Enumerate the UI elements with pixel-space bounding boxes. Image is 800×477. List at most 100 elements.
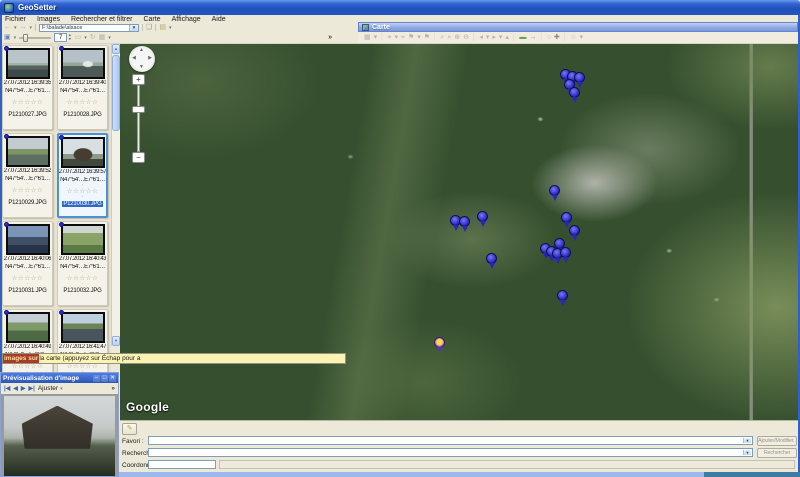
- map-marker-pin[interactable]: [569, 225, 580, 236]
- thumbnail-photo[interactable]: [61, 312, 105, 343]
- separator[interactable]: │: [539, 33, 543, 42]
- slider-knob[interactable]: [23, 34, 28, 42]
- dropdown-icon[interactable]: ▾: [169, 25, 172, 31]
- map-marker-pin[interactable]: [560, 247, 571, 258]
- zoom-out-icon[interactable]: ⊖: [463, 33, 469, 42]
- image-thumbnail-cell[interactable]: 27.07.2012 16:40:06 N47°54'…E7°6'1… · ☆☆…: [2, 221, 53, 306]
- preview-overflow-chevron[interactable]: »: [111, 385, 115, 392]
- map-marker-pin[interactable]: [549, 185, 560, 196]
- dropdown-icon[interactable]: ▾: [499, 33, 503, 42]
- menu-item[interactable]: Aide: [212, 16, 226, 23]
- map-marker-pin[interactable]: [477, 211, 488, 222]
- marker-icon[interactable]: ⌖: [401, 33, 405, 42]
- image-thumbnail-cell[interactable]: 27.07.2012 16:39:40 N47°54'…E7°6'1… · ☆☆…: [57, 45, 108, 130]
- scrollbar-thumb[interactable]: [112, 55, 120, 131]
- dropdown-icon[interactable]: ▾: [394, 33, 398, 42]
- prev-image-icon[interactable]: ◀: [13, 385, 18, 392]
- chevron-down-icon[interactable]: ▼: [129, 25, 138, 31]
- search-button[interactable]: Rechercher: [757, 448, 797, 458]
- dropdown-icon[interactable]: ▾: [579, 33, 583, 42]
- pan-up-icon[interactable]: ▲: [139, 48, 144, 53]
- separator[interactable]: │: [433, 33, 437, 42]
- favori-input[interactable]: ▼: [148, 436, 753, 445]
- thumbnail-photo[interactable]: [6, 48, 50, 79]
- pan-down-icon[interactable]: ▼: [139, 65, 144, 70]
- dropdown-icon[interactable]: ▾: [30, 25, 33, 31]
- chevron-down-icon[interactable]: ▼: [743, 450, 751, 455]
- thumbnail-size-slider[interactable]: [19, 33, 51, 43]
- fit-mode-dropdown[interactable]: Ajuster ▾: [38, 385, 63, 392]
- folder-icon[interactable]: ▤: [159, 24, 166, 32]
- image-thumbnail-cell[interactable]: 27.07.2012 16:39:57 N47°54'…E7°6'1… · ☆☆…: [57, 133, 108, 218]
- separator[interactable]: │: [472, 33, 476, 42]
- next-image-icon[interactable]: ▶: [21, 385, 26, 392]
- menu-item[interactable]: Affichage: [172, 16, 201, 23]
- dropdown-icon[interactable]: ▾: [84, 35, 87, 41]
- circle-icon[interactable]: ○: [547, 33, 551, 42]
- image-thumbnail-cell[interactable]: 27.07.2012 16:39:52 N47°54'…E7°6'1… · ☆☆…: [2, 133, 53, 218]
- menu-item[interactable]: Fichier: [5, 16, 26, 23]
- zoom-out-button[interactable]: −: [132, 152, 145, 163]
- copy-path-icon[interactable]: ❏: [146, 24, 152, 32]
- up-icon[interactable]: ▴: [505, 33, 509, 42]
- map-marker-pin[interactable]: [574, 72, 585, 83]
- thumbnail-photo[interactable]: [6, 312, 50, 343]
- toolbar-overflow-chevron[interactable]: »: [328, 34, 332, 41]
- separator[interactable]: │: [512, 33, 516, 42]
- menu-item[interactable]: Images: [37, 16, 60, 23]
- zoom-in-icon[interactable]: ⊕: [454, 33, 460, 42]
- map-marker-pin[interactable]: [557, 290, 568, 301]
- float-button[interactable]: □: [101, 375, 108, 382]
- track-next-icon[interactable]: →: [529, 33, 536, 42]
- separator[interactable]: │: [563, 33, 567, 42]
- flag-new-icon[interactable]: ⚑: [408, 33, 414, 42]
- image-thumbnail-cell[interactable]: 27.07.2012 16:39:35 N47°54'…E7°6'1… · ☆☆…: [2, 45, 53, 130]
- pan-left-icon[interactable]: ◀: [132, 56, 136, 61]
- map-marker-pin[interactable]: [569, 87, 580, 98]
- first-image-icon[interactable]: |◀: [4, 385, 10, 392]
- camera-icon[interactable]: ▦: [99, 34, 106, 42]
- thumbnail-photo[interactable]: [61, 137, 105, 168]
- image-thumbnail-cell[interactable]: 27.07.2012 16:40:43 N47°54'…E7°6'1… · ☆☆…: [57, 221, 108, 306]
- map-marker-pin[interactable]: [486, 253, 497, 264]
- pan-right-icon[interactable]: ▶: [148, 56, 152, 61]
- map-marker-pin[interactable]: [434, 337, 445, 348]
- separator[interactable]: │: [380, 33, 384, 42]
- map-marker-pin[interactable]: [459, 216, 470, 227]
- columns-spinner[interactable]: 7 ▲▼: [54, 33, 71, 42]
- back-icon[interactable]: ←: [4, 24, 11, 32]
- last-image-icon[interactable]: ▶|: [29, 385, 35, 392]
- map-pan-control[interactable]: ▲ ▼ ◀ ▶: [129, 46, 155, 72]
- dropdown-icon[interactable]: ▾: [14, 35, 17, 41]
- chevron-down-icon[interactable]: ▼: [743, 438, 751, 443]
- dropdown-icon[interactable]: ▾: [14, 25, 17, 31]
- dropdown-icon[interactable]: ▾: [486, 33, 490, 42]
- forward-icon[interactable]: →: [20, 24, 27, 32]
- refresh-icon[interactable]: ↻: [90, 34, 96, 42]
- spinner-arrows-icon[interactable]: ▲▼: [68, 34, 71, 41]
- prev-image-icon[interactable]: ◂: [479, 33, 483, 42]
- thumbnail-photo[interactable]: [61, 48, 105, 79]
- title-bar[interactable]: GeoSetter: [0, 0, 800, 15]
- track-line-icon[interactable]: ▬: [519, 33, 526, 42]
- dropdown-icon[interactable]: ▾: [417, 33, 421, 42]
- map-panel-header[interactable]: Carte: [358, 22, 798, 32]
- thumbnail-photo[interactable]: [6, 136, 50, 167]
- thumbnail-scrollbar[interactable]: ▲ ▼: [111, 44, 120, 346]
- add-position-icon[interactable]: ✚: [554, 33, 560, 42]
- dropdown-icon[interactable]: ▾: [108, 35, 111, 41]
- map-marker-pin[interactable]: [561, 212, 572, 223]
- sort-icon[interactable]: ▭: [75, 34, 82, 42]
- thumbnail-photo[interactable]: [61, 224, 105, 255]
- scroll-down-icon[interactable]: ▼: [112, 336, 120, 346]
- map-type-icon[interactable]: ▦: [364, 33, 371, 42]
- zoom-all-icon[interactable]: ⌕: [447, 33, 451, 42]
- search-input[interactable]: ▼: [148, 448, 753, 457]
- thumbnail-photo[interactable]: [6, 224, 50, 255]
- close-button[interactable]: ✕: [109, 375, 116, 382]
- zoom-selection-icon[interactable]: ⌕: [440, 33, 444, 42]
- zoom-in-button[interactable]: +: [132, 74, 145, 85]
- folder-path-combo[interactable]: F:\balade\alsace ▼: [39, 24, 139, 32]
- flag-icon[interactable]: ⚑: [424, 33, 430, 42]
- set-position-icon[interactable]: ⌖: [388, 33, 392, 42]
